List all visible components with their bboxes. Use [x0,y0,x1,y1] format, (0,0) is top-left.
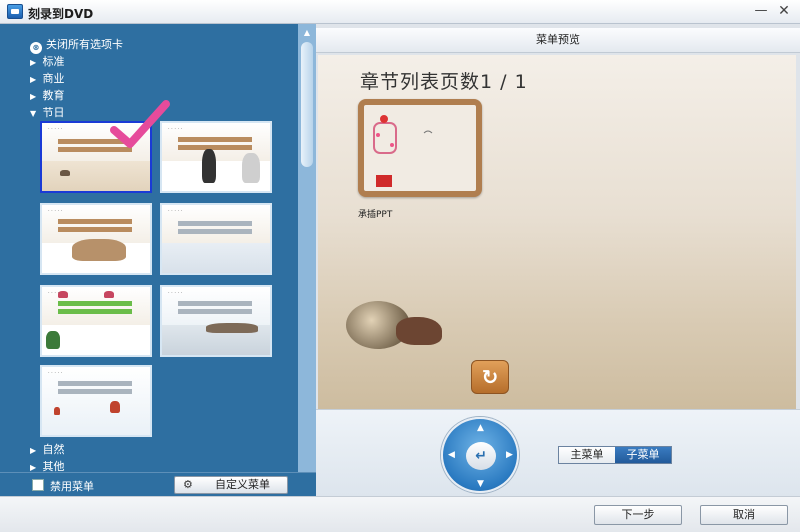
dialog-footer: 下一步 取消 [0,496,800,532]
chapter-caption: 承插PPT [358,210,393,220]
category-label: 节日 [42,106,65,119]
scrollbar-thumb[interactable] [301,42,313,167]
category-other[interactable]: ▶ 其他 [30,458,65,472]
app-icon [7,4,23,19]
close-button[interactable]: ✕ [775,3,793,20]
arrow-right-icon[interactable]: ▶ [506,450,513,460]
template-tree: ⊗ 关闭所有选项卡 ▶ 标准 ▶ 商业 ▶ 教育 ▼ 节日 · · · · · ·… [0,24,298,472]
category-label: 商业 [42,72,65,85]
template-thumbnail[interactable]: · · · · · [160,203,272,275]
template-thumbnail[interactable]: · · · · · [40,285,152,357]
window-title: 刻录到DVD [28,7,94,21]
title-bar: 刻录到DVD — ✕ [0,0,800,24]
category-business[interactable]: ▶ 商业 [30,70,65,86]
gear-icon: ⚙ [183,478,193,491]
tab-main-menu[interactable]: 主菜单 [559,447,615,463]
category-education[interactable]: ▶ 教育 [30,87,65,103]
template-panel-footer: 禁用菜单 ⚙ 自定义菜单 [0,472,316,496]
collapse-triangle-icon: ▼ [30,109,37,118]
return-arrow-icon[interactable]: ↻ [471,360,509,394]
chapter-thumbnail-art [373,115,433,187]
scroll-up-arrow-icon[interactable]: ▲ [301,28,313,38]
disable-menu-checkbox[interactable] [32,479,44,491]
arrow-left-icon[interactable]: ◀ [448,450,455,460]
tab-sub-menu[interactable]: 子菜单 [615,447,671,463]
disable-menu-label: 禁用菜单 [50,480,94,493]
enter-icon[interactable]: ↵ [466,442,496,470]
expand-triangle-icon: ▶ [30,446,37,455]
cancel-button[interactable]: 取消 [700,505,788,525]
arrow-up-icon[interactable]: ▲ [477,423,484,433]
category-nature[interactable]: ▶ 自然 [30,441,65,457]
arrow-down-icon[interactable]: ▼ [477,479,484,489]
close-all-tabs-item[interactable]: ⊗ 关闭所有选项卡 [30,36,123,54]
category-label: 自然 [42,443,65,456]
template-thumbnail[interactable]: · · · · · [40,365,152,437]
hermit-crab-legs [396,317,442,345]
custom-menu-button[interactable]: ⚙ 自定义菜单 [174,476,288,494]
custom-menu-label: 自定义菜单 [215,478,270,491]
next-button[interactable]: 下一步 [594,505,682,525]
category-label: 标准 [42,55,65,68]
chapter-page-title: 章节列表页数1 / 1 [360,71,528,93]
menu-tabs: 主菜单 子菜单 [558,446,672,464]
template-thumbnail[interactable]: · · · · · [40,203,152,275]
preview-header: 菜单预览 [316,28,800,53]
template-thumbnail[interactable]: · · · · · [160,285,272,357]
template-panel: ⊗ 关闭所有选项卡 ▶ 标准 ▶ 商业 ▶ 教育 ▼ 节日 · · · · · ·… [0,24,316,496]
close-all-label: 关闭所有选项卡 [46,38,123,51]
navigation-controls: ▲ ▼ ◀ ▶ ↵ 主菜单 子菜单 [316,409,800,496]
category-standard[interactable]: ▶ 标准 [30,53,65,69]
expand-triangle-icon: ▶ [30,58,37,67]
minimize-button[interactable]: — [752,3,770,20]
category-label: 其他 [42,460,65,472]
menu-preview: 章节列表页数1 / 1 承插PPT ↻ [318,55,796,409]
category-label: 教育 [42,89,65,102]
expand-triangle-icon: ▶ [30,463,37,472]
navigation-pad[interactable]: ▲ ▼ ◀ ▶ ↵ [441,417,519,493]
chapter-thumbnail[interactable] [358,99,482,197]
expand-triangle-icon: ▶ [30,92,37,101]
selected-check-icon [110,100,170,148]
template-thumbnail[interactable]: · · · · · [160,121,272,193]
expand-triangle-icon: ▶ [30,75,37,84]
category-holiday[interactable]: ▼ 节日 [30,104,65,120]
